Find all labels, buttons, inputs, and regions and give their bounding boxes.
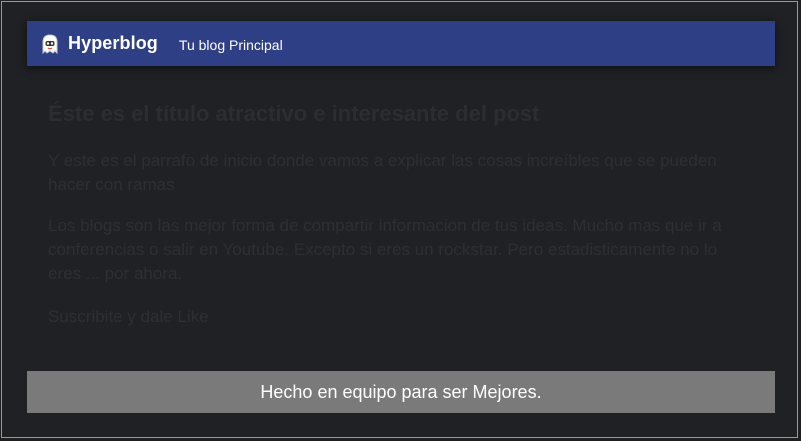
brand-tagline: Tu blog Principal	[178, 37, 283, 53]
post-lead-paragraph: Y este es el parrafo de inicio donde vam…	[48, 151, 717, 194]
post-title: Éste es el título atractivo e interesant…	[48, 101, 540, 126]
navbar: Hyperblog Tu blog Principal	[27, 21, 775, 66]
post-article: Éste es el título atractivo e interesant…	[48, 100, 748, 350]
brand-name[interactable]: Hyperblog	[68, 33, 158, 54]
post-body-paragraph: Los blogs son las mejor forma de compart…	[48, 216, 722, 283]
post-cta: Suscribite y dale Like	[48, 307, 209, 326]
footer: Hecho en equipo para ser Mejores.	[27, 371, 775, 413]
page-frame: Hyperblog Tu blog Principal Éste es el t…	[1, 1, 798, 438]
ghost-logo-icon[interactable]	[39, 33, 61, 55]
footer-text: Hecho en equipo para ser Mejores.	[260, 381, 542, 402]
